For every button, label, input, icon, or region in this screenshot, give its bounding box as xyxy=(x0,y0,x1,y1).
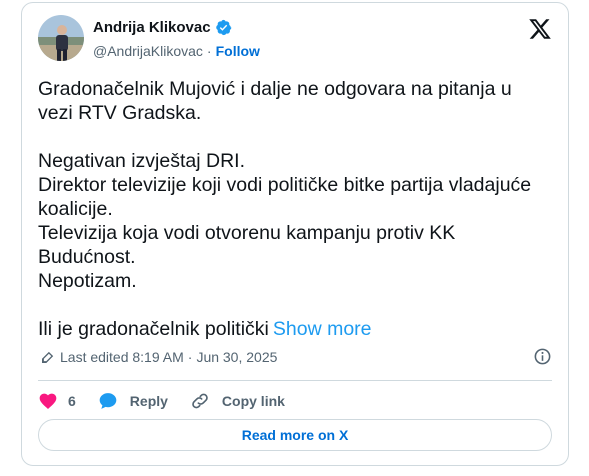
tweet-line: Televizija koja vodi otvorenu kampanju p… xyxy=(38,222,456,244)
tweet-line: Negativan izvještaj DRI. xyxy=(38,150,245,172)
tweet-date[interactable]: Jun 30, 2025 xyxy=(196,349,277,365)
tweet-line: Nepotizam. xyxy=(38,270,137,292)
tweet-paragraph-1: Gradonačelnik Mujović i dalje ne odgovar… xyxy=(38,77,548,125)
tweet-paragraph-2: Negativan izvještaj DRI. Direktor televi… xyxy=(38,149,548,293)
author-name[interactable]: Andrija Klikovac xyxy=(93,19,211,36)
avatar[interactable] xyxy=(38,15,84,61)
x-logo-icon[interactable] xyxy=(528,17,552,41)
tweet-line: Budućnost. xyxy=(38,246,136,268)
tweet-text: Gradonačelnik Mujović i dalje ne odgovar… xyxy=(38,77,548,341)
tweet-card[interactable]: Andrija Klikovac @AndrijaKlikovac · Foll… xyxy=(21,2,569,466)
divider xyxy=(38,380,552,381)
follow-button[interactable]: Follow xyxy=(216,43,260,59)
separator-dot: · xyxy=(187,349,193,365)
edited-label[interactable]: Last edited 8:19 AM xyxy=(60,349,184,365)
reply-label: Reply xyxy=(129,393,168,409)
tweet-paragraph-3: Ili je gradonačelnik politički Show more xyxy=(38,317,548,341)
tweet-line: Direktor televizije koji vodi političke … xyxy=(38,174,532,196)
reply-button[interactable]: Reply xyxy=(98,391,168,411)
author-handle[interactable]: @AndrijaKlikovac xyxy=(93,43,203,59)
like-button[interactable]: 6 xyxy=(38,391,76,411)
copy-link-button[interactable]: Copy link xyxy=(190,391,285,411)
read-more-button[interactable]: Read more on X xyxy=(38,419,552,451)
tweet-line: Gradonačelnik Mujović i dalje ne odgovar… xyxy=(38,78,512,100)
pencil-icon xyxy=(42,351,54,363)
separator-dot: · xyxy=(206,43,212,59)
info-icon[interactable] xyxy=(533,347,552,366)
tweet-line: vezi RTV Gradska. xyxy=(38,102,202,124)
action-bar: 6 Reply Copy link xyxy=(38,389,307,413)
edited-timestamp-row: Last edited 8:19 AM · Jun 30, 2025 xyxy=(40,347,552,366)
show-more-link[interactable]: Show more xyxy=(273,318,372,340)
tweet-line: koalicije. xyxy=(38,198,113,220)
like-count: 6 xyxy=(68,393,76,409)
avatar-photo xyxy=(38,15,84,61)
verified-badge-icon xyxy=(215,19,231,36)
copy-link-label: Copy link xyxy=(221,393,285,409)
speech-bubble-icon xyxy=(99,393,117,409)
heart-icon xyxy=(39,393,57,409)
link-icon xyxy=(192,393,208,409)
tweet-line: Ili je gradonačelnik politički xyxy=(38,318,269,340)
